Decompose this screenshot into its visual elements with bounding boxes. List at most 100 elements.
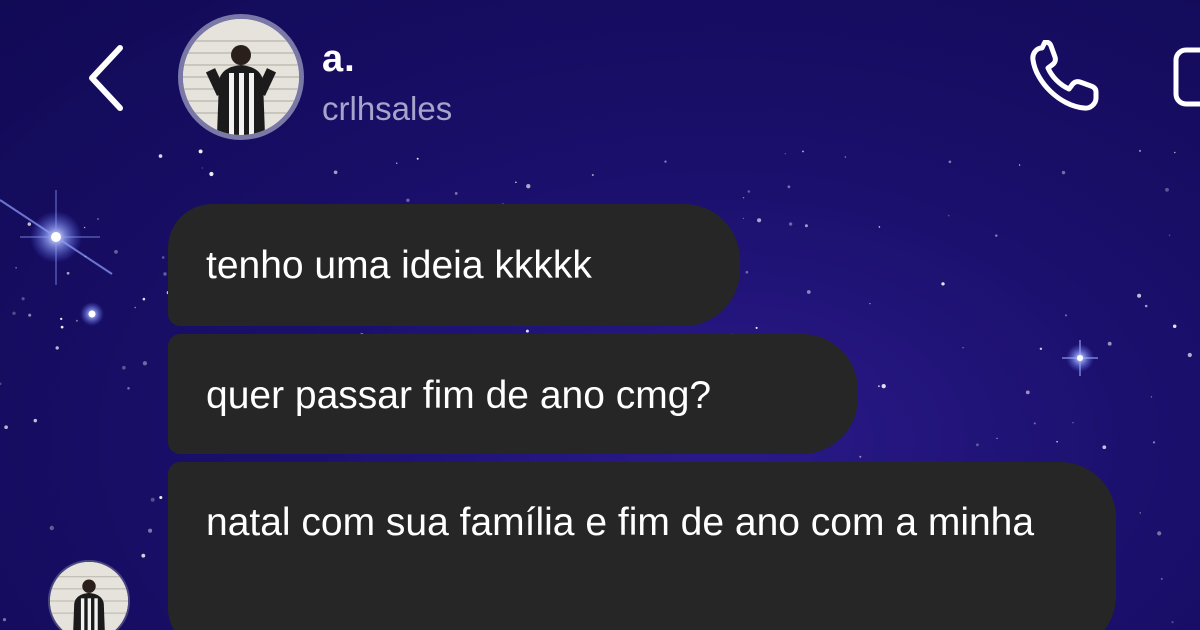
star (1039, 347, 1043, 351)
star (869, 302, 871, 305)
star (142, 361, 148, 366)
star (1102, 445, 1107, 450)
star (881, 383, 886, 389)
avatar-image (183, 19, 299, 135)
star (747, 190, 751, 193)
star (159, 495, 163, 500)
star (209, 171, 214, 177)
star (1137, 293, 1142, 298)
star (742, 217, 745, 220)
star (333, 170, 338, 175)
star (1061, 170, 1066, 175)
star (526, 184, 531, 189)
sender-avatar[interactable] (48, 560, 130, 630)
star (83, 226, 86, 229)
star (995, 234, 998, 237)
star (1144, 304, 1148, 308)
star (148, 528, 153, 533)
star (161, 256, 165, 259)
back-button[interactable] (78, 42, 134, 112)
bright-star (1062, 340, 1098, 376)
star (142, 297, 146, 301)
star (1065, 314, 1067, 317)
star (60, 317, 63, 321)
star (1165, 187, 1169, 192)
star (788, 222, 793, 226)
star (201, 167, 204, 169)
star (975, 443, 979, 447)
phone-icon (1030, 39, 1099, 111)
star (150, 497, 155, 502)
star (406, 198, 410, 202)
message-bubble[interactable]: tenho uma ideia kkkkk (168, 204, 740, 326)
star (60, 325, 64, 329)
star (97, 218, 99, 220)
star (84, 255, 87, 258)
star (962, 347, 964, 349)
star (122, 365, 126, 370)
bright-star (0, 190, 113, 285)
star (1152, 441, 1156, 444)
call-button[interactable] (1024, 39, 1108, 116)
star (1033, 422, 1036, 425)
star (806, 290, 811, 294)
star (1072, 422, 1074, 424)
star (947, 214, 950, 217)
chevron-left-icon (89, 45, 123, 111)
star (66, 271, 70, 275)
contact-avatar[interactable] (178, 14, 304, 140)
star (742, 196, 745, 199)
star (1172, 324, 1177, 329)
message-text: quer passar fim de ano cmg? (206, 374, 712, 417)
star (859, 455, 862, 458)
star (75, 319, 78, 322)
star (664, 160, 667, 163)
star (804, 224, 808, 228)
video-camera-icon (1173, 47, 1200, 107)
message-text: natal com sua família e fim de ano com a… (206, 501, 1035, 544)
star (525, 329, 529, 333)
star (127, 387, 130, 390)
message-bubble[interactable]: quer passar fim de ano cmg? (168, 334, 858, 454)
star (28, 313, 32, 317)
star (1171, 621, 1174, 624)
star (27, 222, 32, 226)
star (878, 226, 881, 228)
star (948, 160, 952, 164)
star (1018, 164, 1021, 166)
star (134, 306, 136, 309)
video-call-button[interactable] (1168, 44, 1200, 110)
star (1025, 390, 1030, 395)
star (33, 418, 38, 423)
star (2, 618, 7, 622)
star (787, 185, 791, 189)
star (454, 191, 458, 195)
star (114, 250, 118, 254)
star (1187, 352, 1192, 358)
star (15, 267, 17, 269)
message-bubble[interactable]: natal com sua família e fim de ano com a… (168, 462, 1116, 630)
star (163, 272, 167, 276)
star (591, 173, 594, 177)
star (0, 382, 2, 386)
star (1107, 341, 1112, 346)
star (755, 326, 758, 329)
bright-star (80, 302, 104, 326)
star (141, 553, 146, 558)
star (745, 270, 749, 274)
star (4, 425, 8, 430)
star (1157, 531, 1162, 536)
star (996, 437, 998, 440)
star (55, 346, 59, 350)
contact-username[interactable]: crlhsales (322, 90, 452, 128)
contact-name[interactable]: a. (322, 38, 356, 81)
star (757, 218, 762, 223)
star (21, 297, 25, 301)
star (1150, 396, 1153, 398)
star (1168, 234, 1171, 237)
avatar-image (50, 562, 128, 630)
star (1160, 577, 1163, 580)
chat-header: a. crlhsales (0, 0, 1200, 160)
star (515, 181, 517, 183)
message-text: tenho uma ideia kkkkk (206, 244, 592, 287)
